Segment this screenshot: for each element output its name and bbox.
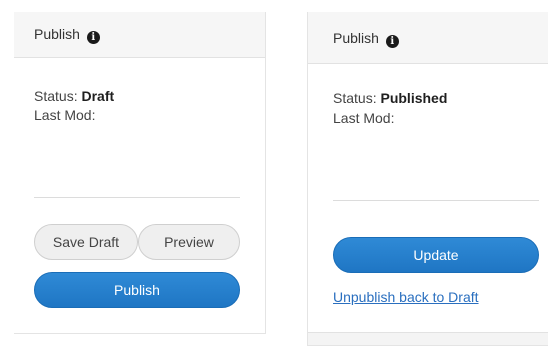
publish-panel-draft: Publish i Status: Draft Last Mod: Save D… [14, 12, 266, 334]
panel-title: Publish i [333, 30, 399, 48]
publish-panel-header: Publish i [14, 12, 265, 58]
publish-button[interactable]: Publish [34, 272, 240, 308]
info-icon[interactable]: i [385, 35, 399, 48]
status-line: Status: Published [333, 90, 447, 106]
divider [34, 197, 240, 198]
save-draft-button[interactable]: Save Draft [34, 224, 138, 260]
panel-title-label: Publish [34, 26, 80, 42]
panel-title: Publish i [34, 26, 100, 44]
status-value: Published [380, 90, 448, 106]
update-button[interactable]: Update [333, 237, 539, 273]
last-mod-label: Last Mod: [34, 107, 96, 123]
unpublish-link[interactable]: Unpublish back to Draft [333, 289, 479, 305]
status-value: Draft [81, 88, 115, 104]
status-label: Status: [333, 90, 377, 106]
panel-footer [308, 332, 548, 345]
publish-panel-header: Publish i [308, 12, 548, 64]
divider [333, 200, 539, 201]
info-icon[interactable]: i [86, 31, 100, 44]
panel-title-label: Publish [333, 30, 379, 46]
status-label: Status: [34, 88, 78, 104]
publish-panel-published: Publish i Status: Published Last Mod: Up… [307, 12, 548, 346]
last-mod-label: Last Mod: [333, 110, 395, 126]
preview-button[interactable]: Preview [138, 224, 240, 260]
status-line: Status: Draft [34, 88, 114, 104]
